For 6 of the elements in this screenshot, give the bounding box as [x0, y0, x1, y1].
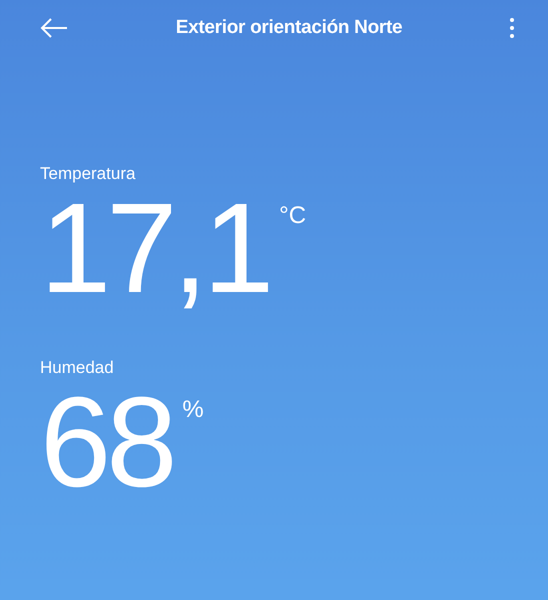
more-vertical-icon [510, 18, 514, 38]
page-title: Exterior orientación Norte [176, 17, 402, 39]
back-arrow-icon [40, 18, 68, 38]
reading-unit: °C [279, 204, 306, 228]
reading-unit: % [182, 398, 204, 422]
reading-label: Humedad [40, 358, 114, 378]
